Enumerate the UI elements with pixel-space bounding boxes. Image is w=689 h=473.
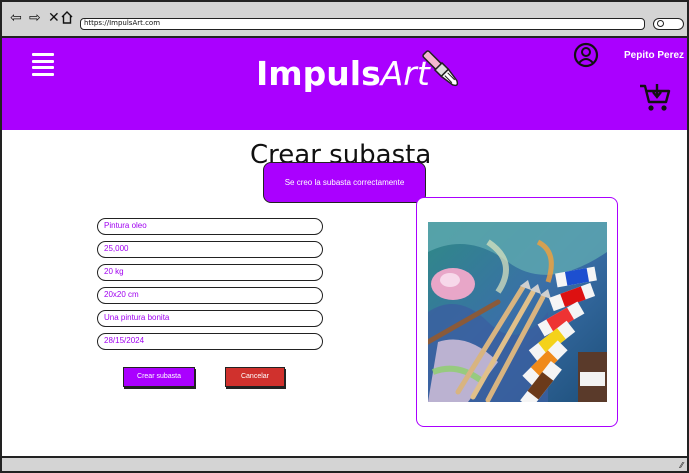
forward-arrow-icon[interactable]: ⇨	[29, 11, 41, 25]
search-icon	[657, 20, 664, 27]
logo-text-bold: Impuls	[256, 54, 381, 93]
cart-icon[interactable]	[638, 82, 672, 114]
create-auction-button[interactable]: Crear subasta	[123, 367, 195, 387]
logo[interactable]: ImpulsArt	[256, 54, 430, 93]
url-bar[interactable]: https://ImpulsArt.com	[80, 18, 645, 30]
artwork-image	[428, 222, 607, 402]
menu-icon[interactable]	[32, 53, 54, 76]
user-avatar-icon[interactable]	[573, 42, 599, 68]
cancel-button[interactable]: Cancelar	[225, 367, 285, 387]
back-arrow-icon[interactable]: ⇦	[10, 11, 22, 25]
price-field[interactable]: 25,000	[97, 241, 323, 258]
browser-toolbar: ⇦ ⇨ ✕ https://ImpulsArt.com	[0, 0, 689, 38]
name-field[interactable]: Pintura oleo	[97, 218, 323, 235]
artwork-image-card	[416, 197, 618, 427]
close-icon[interactable]: ✕	[48, 11, 60, 25]
app-header: ImpulsArt Pepito Perez	[2, 38, 687, 130]
user-name[interactable]: Pepito Perez	[624, 50, 684, 61]
success-toast: Se creo la subasta correctamente	[263, 162, 426, 203]
date-field[interactable]: 28/15/2024	[97, 333, 323, 350]
home-icon[interactable]	[61, 11, 73, 27]
description-field[interactable]: Una pintura bonita	[97, 310, 323, 327]
resize-grip-icon[interactable]: ⁄⁄	[680, 461, 683, 470]
weight-field[interactable]: 20 kg	[97, 264, 323, 281]
paintbrush-icon	[422, 50, 459, 87]
browser-status-bar: ⁄⁄	[0, 456, 689, 473]
dimensions-field[interactable]: 20x20 cm	[97, 287, 323, 304]
browser-search-button[interactable]	[653, 18, 684, 30]
